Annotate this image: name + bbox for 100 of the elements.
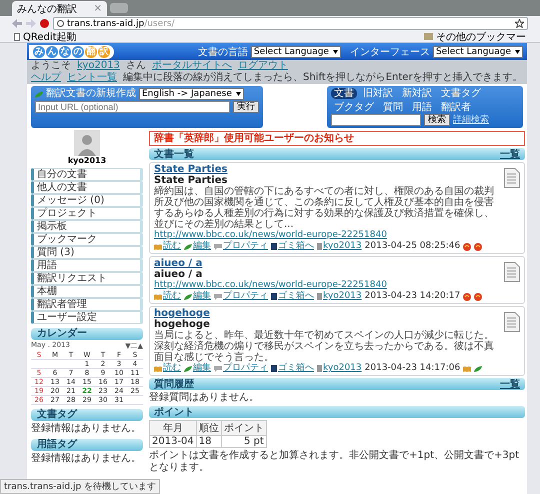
menu-item[interactable]: 質問 (3) (31, 246, 143, 259)
notice-banner[interactable]: 辞書「英辞郎」使用可能ユーザーのお知らせ (149, 131, 525, 146)
menu-item[interactable]: 自分の文書 (31, 168, 143, 181)
section-title: 文書一覧 (154, 148, 194, 161)
column-header: 年月 (150, 420, 196, 436)
run-button[interactable]: 実行 (233, 101, 259, 113)
tag-header: 用語タグ (31, 439, 143, 451)
avatar-icon (74, 130, 100, 156)
alert-icon (463, 292, 472, 300)
leaf-icon (35, 90, 43, 98)
dropdown-caret-icon (332, 50, 338, 54)
edit-link[interactable]: 編集 (184, 363, 211, 374)
list-link[interactable]: 一覧 (500, 377, 520, 391)
empty-message: 登録情報はありません。 (31, 453, 141, 465)
search-tab[interactable]: 文書 (331, 88, 357, 99)
trash-link[interactable]: ゴミ箱へ (271, 363, 314, 374)
empty-message: 登録情報はありません。 (31, 423, 141, 435)
user-link[interactable]: kyo2013 (317, 291, 362, 302)
table-cell: 2013-04 (150, 436, 196, 448)
book-icon (154, 366, 162, 372)
menu-item[interactable]: 翻訳リクエスト (31, 272, 143, 285)
menu-item[interactable]: 用語 (31, 259, 143, 272)
menu-item[interactable]: 本棚 (31, 285, 143, 298)
search-input[interactable] (331, 114, 421, 126)
property-link[interactable]: プロパティ (214, 241, 268, 252)
document-language-label: 文書の言語 (198, 46, 248, 58)
search-tab[interactable]: 翻訳者 (438, 102, 474, 113)
alert-icon (474, 292, 482, 300)
menu-item[interactable]: 他人の文書 (31, 181, 143, 194)
dropdown-caret-icon (515, 50, 520, 54)
leaf-icon (184, 244, 192, 250)
trash-link[interactable]: ゴミ箱へ (271, 291, 314, 302)
dropdown-caret-icon (236, 92, 241, 96)
honorific-text: さん (126, 60, 146, 72)
read-link[interactable]: 読む (154, 241, 181, 252)
menu-item[interactable]: ブックマーク (31, 233, 143, 246)
read-link[interactable]: 読む (154, 363, 181, 374)
leaf-icon (184, 366, 192, 372)
table-cell: 5 pt (221, 436, 266, 448)
document-icon (504, 168, 520, 188)
url-input[interactable]: Input URL (optional) (35, 101, 230, 113)
search-tab[interactable]: 質問 (380, 102, 406, 113)
search-button[interactable]: 検索 (424, 114, 450, 126)
property-link[interactable]: プロパティ (214, 291, 268, 302)
address-bar[interactable]: trans.trans-aid.jp/users/ (53, 17, 528, 30)
document-link[interactable]: State Parties (154, 164, 500, 175)
speech-icon (214, 244, 222, 250)
menu-item[interactable]: ユーザー設定 (31, 311, 143, 324)
star-icon[interactable] (515, 19, 524, 28)
search-tab[interactable]: 文書タグ (438, 88, 484, 99)
new-document-label: 翻訳文書の新規作成 (46, 88, 136, 100)
profile-name: kyo2013 (66, 156, 108, 165)
speech-icon (214, 294, 222, 300)
document-date: 2013-04-25 08:25:46 (364, 241, 460, 252)
source-url[interactable]: http://www.bbc.co.uk/news/world-europe-22251840 (154, 230, 500, 241)
property-link[interactable]: プロパティ (214, 363, 268, 374)
search-tab[interactable]: 旧対訳 (360, 88, 396, 99)
welcome-text: ようこそ (31, 60, 71, 72)
interface-language-select[interactable]: Select Language (432, 46, 523, 58)
trash-link[interactable]: ゴミ箱へ (271, 241, 314, 252)
list-link[interactable]: 一覧 (500, 147, 520, 161)
document-link[interactable]: hogehoge (154, 308, 500, 319)
advanced-search-link[interactable]: 詳細検索 (453, 114, 489, 126)
interface-language-label: インターフェース (350, 46, 430, 58)
tag-header: 文書タグ (31, 409, 143, 421)
bookmark-link[interactable]: QRedit起動 (23, 30, 77, 44)
direction-select[interactable]: English -> Japanese (139, 88, 244, 100)
document-description: 当局によると、昨年、最近数十年で初めてスペインの人口が減少に転じた。深刻な経済危機の煽りで移民がスペインを立ち去ったからである。彼は不真面目な感じでそう言った。 (154, 330, 495, 363)
menu-item[interactable]: プロジェクト (31, 207, 143, 220)
document-language-select[interactable]: Select Language (250, 46, 341, 58)
table-cell: 18 (196, 436, 222, 448)
menu-item[interactable]: 掲示板 (31, 220, 143, 233)
other-bookmarks[interactable]: その他のブックマー (436, 30, 526, 44)
page-icon (14, 32, 20, 40)
back-icon[interactable] (12, 19, 22, 28)
search-tab[interactable]: ブクタグ (331, 102, 377, 113)
user-link[interactable]: kyo2013 (317, 241, 362, 252)
book-icon (154, 244, 162, 250)
edit-link[interactable]: 編集 (184, 291, 211, 302)
browser-tab[interactable]: みんなの翻訳 × (12, 1, 107, 16)
user-link[interactable]: kyo2013 (317, 363, 362, 374)
leaf-icon (474, 366, 482, 372)
search-tab[interactable]: 用語 (409, 102, 435, 113)
document-link[interactable]: aiueo / a (154, 258, 500, 269)
alert-icon (463, 242, 472, 250)
menu-item[interactable]: メッセージ (0) (31, 194, 143, 207)
search-tab[interactable]: 新対訳 (399, 88, 435, 99)
source-url[interactable]: http://www.bbc.co.uk/news/world-europe-22251840 (154, 280, 500, 291)
document-date: 2013-04-23 14:20:17 (364, 291, 460, 302)
section-title: 質問履歴 (154, 378, 194, 391)
menu-item[interactable]: 翻訳者管理 (31, 298, 143, 311)
document-description: 締約国は、自国の管轄の下にあるすべての者に対し、権限のある自国の裁判所及び他の国家機関を通じて、この条約に反して人権及び基本的自由を侵害するあらゆる人種差別の行為に対する効果的な保護及び救済措置を確保し、並びにその差別の結果として... (154, 186, 495, 230)
read-link[interactable]: 読む (154, 291, 181, 302)
points-note: ポイントは文書を作成すると加算されます。非公開文書で+1pt、公開文書で+3ptとなります。 (149, 450, 520, 474)
edit-link[interactable]: 編集 (184, 241, 211, 252)
document-title: hogehoge (154, 319, 211, 330)
document-icon (504, 262, 520, 282)
speech-icon (214, 366, 222, 372)
stop-icon[interactable] (40, 19, 49, 28)
status-bar: trans.trans-aid.jp を待機しています (0, 479, 160, 494)
